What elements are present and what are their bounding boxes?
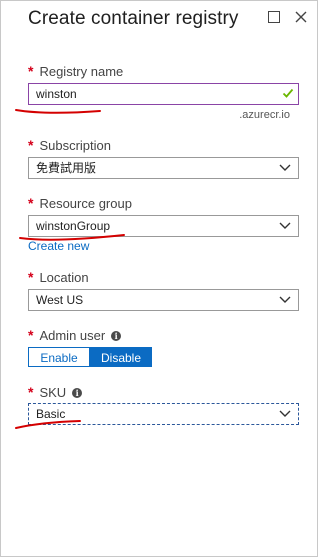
sku-label: * SKU i [28, 384, 83, 400]
registry-name-label: * Registry name [28, 63, 124, 79]
close-button[interactable] [294, 10, 308, 24]
sku-dropdown[interactable]: Basic [28, 403, 299, 425]
create-new-link[interactable]: Create new [28, 239, 89, 253]
info-icon[interactable]: i [111, 331, 122, 341]
chevron-down-icon [279, 222, 291, 229]
admin-user-toggle: Enable Disable [28, 347, 152, 367]
blade-title: Create container registry [28, 8, 239, 29]
chevron-down-icon [279, 410, 291, 417]
resource-group-value: winstonGroup [36, 219, 111, 233]
required-marker: * [28, 195, 34, 211]
required-marker: * [28, 384, 34, 400]
create-registry-blade: Create container registry * Registry name… [0, 0, 318, 557]
close-icon [295, 11, 307, 23]
sku-value: Basic [36, 407, 66, 421]
subscription-value: 免費試用版 [36, 161, 97, 175]
location-label: * Location [28, 269, 89, 285]
registry-name-input[interactable]: winston [28, 83, 299, 105]
chevron-down-icon [279, 296, 291, 303]
subscription-dropdown[interactable]: 免費試用版 [28, 157, 299, 179]
info-icon[interactable]: i [72, 388, 83, 398]
resource-group-label: * Resource group [28, 195, 132, 211]
checkmark-icon [282, 88, 294, 98]
required-marker: * [28, 137, 34, 153]
admin-user-label: * Admin user i [28, 327, 122, 343]
enable-button[interactable]: Enable [28, 347, 90, 367]
disable-button[interactable]: Disable [90, 347, 152, 367]
registry-name-value: winston [36, 87, 77, 101]
required-marker: * [28, 63, 34, 79]
required-marker: * [28, 327, 34, 343]
resource-group-dropdown[interactable]: winstonGroup [28, 215, 299, 237]
subscription-label: * Subscription [28, 137, 111, 153]
restore-button[interactable] [267, 10, 281, 24]
registry-domain-suffix: .azurecr.io [239, 109, 290, 121]
location-dropdown[interactable]: West US [28, 289, 299, 311]
chevron-down-icon [279, 164, 291, 171]
required-marker: * [28, 269, 34, 285]
location-value: West US [36, 293, 84, 307]
